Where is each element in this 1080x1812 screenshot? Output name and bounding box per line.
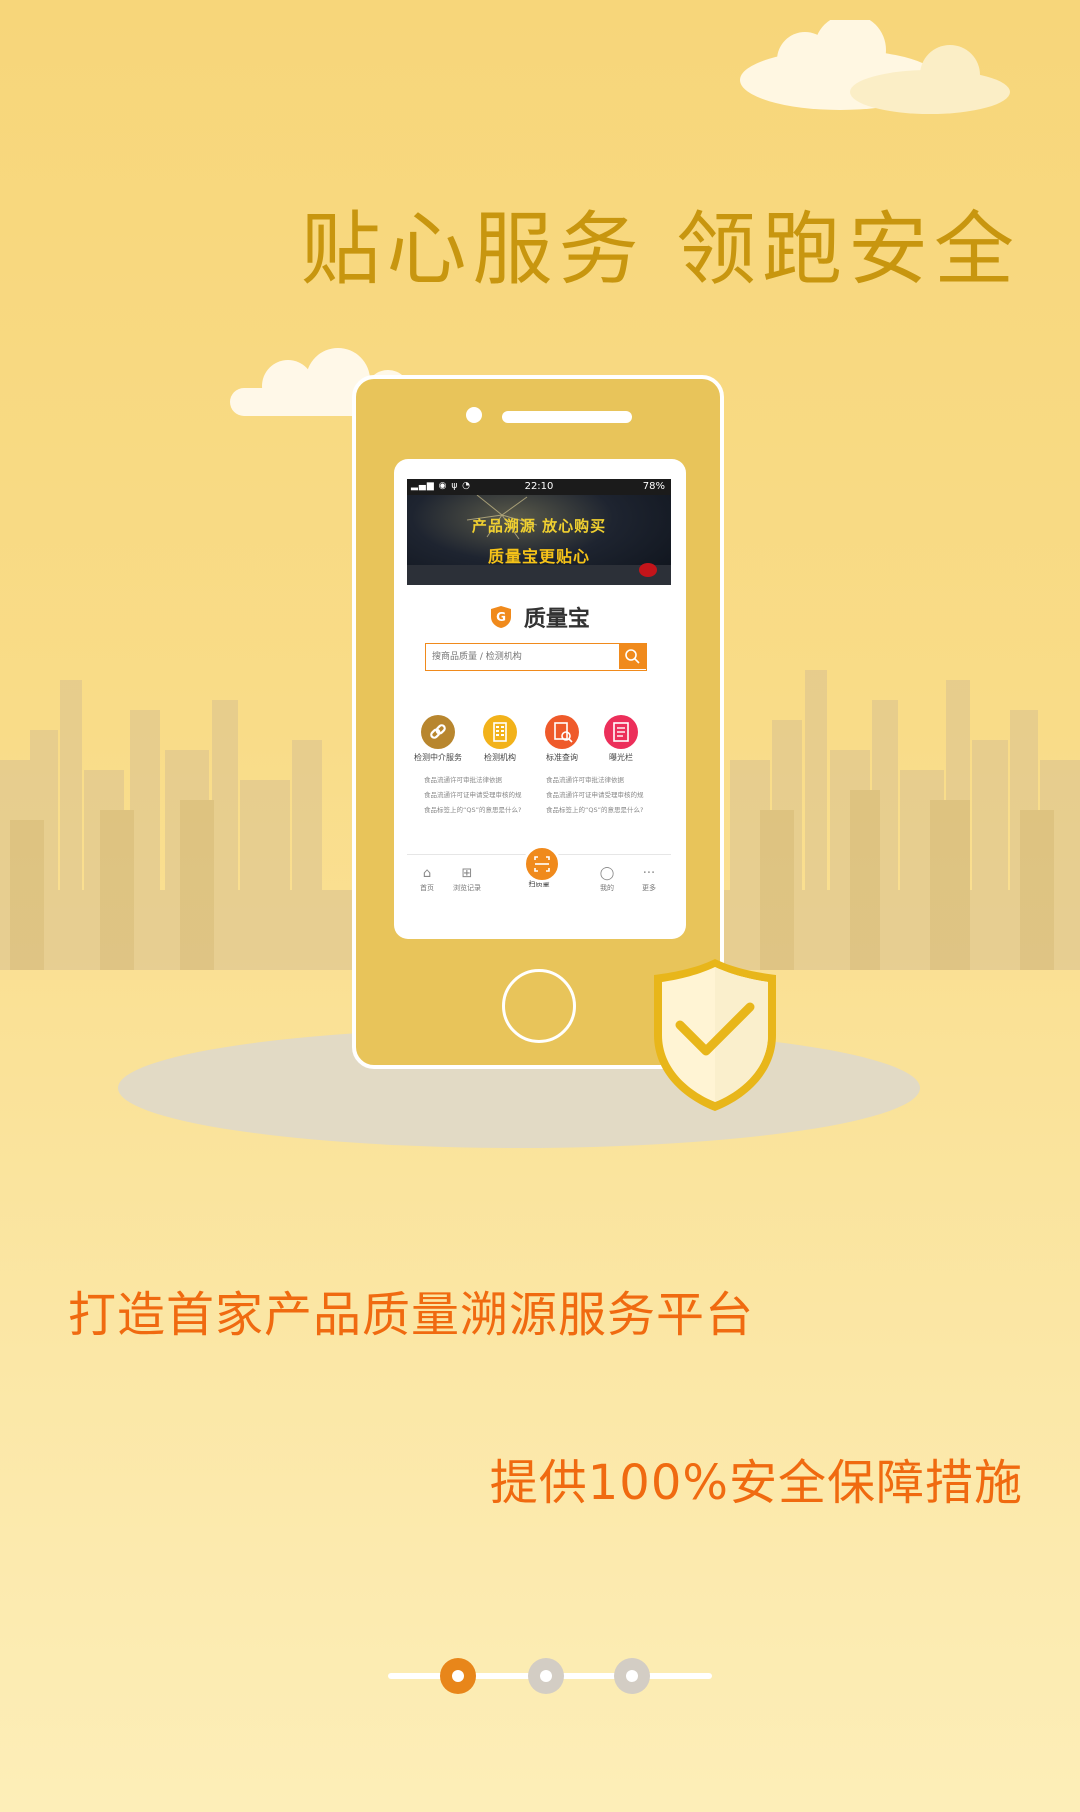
- quick-action-label: 检测中介服务: [414, 753, 462, 762]
- scan-button[interactable]: [523, 845, 561, 883]
- search-box: [425, 643, 647, 671]
- onboarding-page: 贴心服务 领跑安全 ▂▄▆ ◉ ψ ◔ 22:10 78% 产品溯源 放心购买 …: [0, 0, 1080, 1812]
- phone-home-button: [502, 969, 576, 1043]
- rose-icon: [639, 563, 657, 577]
- svg-text:G: G: [496, 610, 506, 624]
- page-dot-1-active[interactable]: [440, 1658, 476, 1694]
- status-bar: ▂▄▆ ◉ ψ ◔ 22:10 78%: [407, 479, 671, 495]
- app-logo: G 质量宝: [394, 601, 686, 633]
- banner-line1: 产品溯源 放心购买: [471, 517, 607, 535]
- page-dot-3[interactable]: [614, 1658, 650, 1694]
- headline: 贴心服务 领跑安全: [300, 203, 1020, 296]
- news-item[interactable]: 食品标签上的“QS”的意思是什么?: [424, 803, 522, 818]
- security-shield-check-icon: [654, 959, 776, 1111]
- quick-action-label: 检测机构: [484, 753, 516, 762]
- quick-action-standard-query[interactable]: 标准查询: [533, 715, 591, 763]
- phone-screen: ▂▄▆ ◉ ψ ◔ 22:10 78% 产品溯源 放心购买 质量宝更贴心 G 质…: [394, 459, 686, 939]
- scan-icon: [534, 856, 550, 872]
- building-icon: [483, 715, 517, 749]
- home-icon: ⌂: [422, 866, 432, 881]
- notepad-icon: [604, 715, 638, 749]
- news-list-left: 食品流通许可审批法律依据 食品流通许可证申请受理审核的规 食品标签上的“QS”的…: [424, 773, 522, 818]
- news-item[interactable]: 食品流通许可证申请受理审核的规: [546, 788, 644, 803]
- quick-action-testing-agency-service[interactable]: 检测中介服务: [409, 715, 467, 763]
- search-icon: [625, 649, 640, 664]
- link-icon: [421, 715, 455, 749]
- tab-label: 浏览记录: [453, 884, 481, 892]
- tab-browse-history[interactable]: ⊞ 浏览记录: [447, 867, 487, 893]
- banner-line2: 质量宝更贴心: [487, 547, 590, 566]
- tab-mine[interactable]: ◯ 我的: [587, 867, 627, 893]
- logo-shield-icon: G: [491, 606, 512, 628]
- tagline-platform: 打造首家产品质量溯源服务平台: [68, 1287, 755, 1343]
- quick-action-label: 标准查询: [546, 753, 578, 762]
- tab-more[interactable]: ··· 更多: [629, 867, 669, 893]
- phone-speaker: [502, 411, 632, 423]
- tab-label: 更多: [642, 884, 656, 892]
- bottom-tab-bar: ⌂ 首页 ⊞ 浏览记录 扫质量 ◯ 我的 ··· 更多: [407, 845, 671, 905]
- search-input[interactable]: [426, 644, 628, 669]
- news-item[interactable]: 食品标签上的“QS”的意思是什么?: [546, 803, 644, 818]
- fireworks-icon: [407, 495, 671, 585]
- status-time: 22:10: [524, 481, 554, 492]
- news-item[interactable]: 食品流通许可证申请受理审核的规: [424, 788, 522, 803]
- news-item[interactable]: 食品流通许可审批法律依据: [424, 773, 522, 788]
- tab-label: 首页: [420, 884, 434, 892]
- search-button[interactable]: [619, 644, 646, 669]
- quick-action-label: 曝光栏: [609, 753, 633, 762]
- logo-text: 质量宝: [523, 607, 590, 632]
- promo-banner[interactable]: 产品溯源 放心购买 质量宝更贴心: [407, 495, 671, 585]
- cloud-top-right: [740, 20, 1010, 114]
- user-icon: ◯: [599, 866, 615, 881]
- news-item[interactable]: 食品流通许可审批法律依据: [546, 773, 644, 788]
- tab-label: 我的: [600, 884, 614, 892]
- quick-action-testing-institutions[interactable]: 检测机构: [471, 715, 529, 763]
- tab-home[interactable]: ⌂ 首页: [407, 867, 447, 893]
- page-dot-2[interactable]: [528, 1658, 564, 1694]
- grid-icon: ⊞: [461, 866, 473, 881]
- document-search-icon: [545, 715, 579, 749]
- more-icon: ···: [642, 866, 656, 881]
- quick-action-exposure-board[interactable]: 曝光栏: [592, 715, 650, 763]
- news-list-right: 食品流通许可审批法律依据 食品流通许可证申请受理审核的规 食品标签上的“QS”的…: [546, 773, 644, 818]
- tagline-security: 提供100%安全保障措施: [489, 1455, 1023, 1511]
- battery-level: 78%: [642, 481, 665, 492]
- page-indicator: [388, 1658, 712, 1694]
- phone-camera: [466, 407, 482, 423]
